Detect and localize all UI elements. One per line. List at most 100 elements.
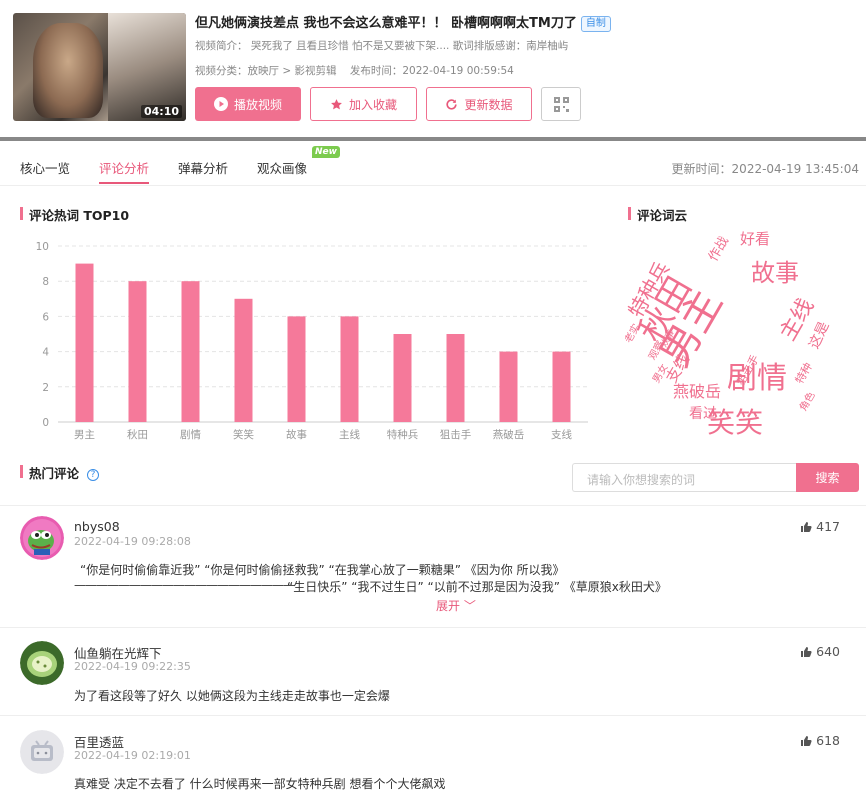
avatar[interactable] <box>20 641 64 685</box>
comment-time: 2022-04-19 02:19:01 <box>74 749 191 762</box>
comment-username[interactable]: nbys08 <box>74 519 120 534</box>
star-icon <box>331 98 342 109</box>
bar-狙击手[interactable] <box>446 334 465 422</box>
video-duration: 04:10 <box>140 105 182 118</box>
cloud-word[interactable]: 作战 <box>706 234 732 264</box>
y-tick-label: 8 <box>42 276 49 288</box>
bar-秋田[interactable] <box>128 281 147 422</box>
bar-特种兵[interactable] <box>393 334 412 422</box>
bar-燕破岳[interactable] <box>499 351 518 422</box>
comment-likes[interactable]: 640 <box>800 644 840 659</box>
thumbs-up-icon <box>801 521 812 532</box>
new-badge: New <box>312 146 340 158</box>
comment-item: 仙鱼躺在光辉下 2022-04-19 09:22:35 640 为了看这段等了好… <box>0 627 866 715</box>
cloud-word[interactable]: 燕破岳 <box>673 382 721 401</box>
cloud-word[interactable]: 故事 <box>751 259 799 287</box>
bar-故事[interactable] <box>287 316 306 422</box>
hotwords-title: 评论热词 TOP10 <box>20 205 129 224</box>
x-tick-label: 秋田 <box>127 428 148 441</box>
y-tick-label: 0 <box>42 417 49 429</box>
like-count: 417 <box>816 519 840 534</box>
play-icon <box>213 97 228 111</box>
bar-主线[interactable] <box>340 316 359 422</box>
comment-likes[interactable]: 618 <box>800 733 840 748</box>
like-count: 618 <box>816 733 840 748</box>
publish-time: 2022-04-19 00:59:54 <box>402 65 514 77</box>
video-category-row: 视频分类：放映厅 > 影视剪辑 发布时间：2022-04-19 00:59:54 <box>195 63 514 78</box>
y-tick-label: 10 <box>36 241 49 253</box>
x-tick-label: 男主 <box>74 429 95 441</box>
comment-text: 为了看这段等了好久 以她俩这段为主线走走故事也一定会爆 <box>74 689 390 703</box>
intro-label: 视频简介： <box>195 40 248 52</box>
y-tick-label: 2 <box>42 382 49 394</box>
video-info-panel: 04:10 但凡她俩演技差点 我也不会这么意难平！！ 卧槽啊啊啊太TM刀了 自制 … <box>0 0 866 137</box>
update-data-button[interactable]: 更新数据 <box>426 87 532 121</box>
frog-avatar-icon <box>20 516 64 560</box>
add-favorite-label: 加入收藏 <box>348 97 397 112</box>
cloud-word[interactable]: 好看 <box>740 230 770 248</box>
bar-笑笑[interactable] <box>234 298 253 422</box>
like-count: 640 <box>816 644 840 659</box>
food-avatar-icon <box>20 641 64 685</box>
play-video-button[interactable]: 播放视频 <box>195 87 301 121</box>
video-intro: 视频简介： 哭死我了 且看且珍惜 怕不是又要被下架.... 歌词排版感谢：南岸柚… <box>195 38 568 53</box>
category-label: 视频分类： <box>195 65 248 77</box>
word-cloud: 男主秋田剧情笑笑故事主线特种兵燕破岳支线好看看过狙击手这是角色作战男女观察老实炊… <box>625 230 833 439</box>
comment-item: 百里透蓝 2022-04-19 02:19:01 618 真难受 决定不去看了 … <box>0 715 866 794</box>
x-tick-label: 故事 <box>286 428 307 441</box>
x-tick-label: 燕破岳 <box>493 428 525 441</box>
cloud-word[interactable]: 特种 <box>792 360 815 386</box>
cloud-word[interactable]: 男女 <box>649 361 670 385</box>
hotwords-bar-chart: 0 2 4 6 8 10 男主 秋田 剧情 笑笑 故事 主线 特种兵 狙击手 燕破岳 支线 <box>36 241 588 441</box>
thumbs-up-icon <box>801 735 812 746</box>
x-tick-label: 支线 <box>551 428 572 441</box>
tab-audience-profile[interactable]: 观众画像 <box>257 158 307 177</box>
comment-text-rule: ———————————————————— <box>74 578 295 592</box>
qrcode-button[interactable] <box>541 87 581 121</box>
tab-comment-analysis[interactable]: 评论分析 <box>99 158 150 184</box>
video-title-text: 但凡她俩演技差点 我也不会这么意难平！！ 卧槽啊啊啊太TM刀了 <box>195 16 577 31</box>
avatar[interactable] <box>20 730 64 774</box>
x-tick-label: 主线 <box>339 428 360 441</box>
x-tick-label: 狙击手 <box>440 428 472 441</box>
bar-男主[interactable] <box>75 263 94 422</box>
comment-likes[interactable]: 417 <box>800 519 840 534</box>
help-icon[interactable]: ? <box>87 469 100 481</box>
video-thumbnail[interactable]: 04:10 <box>13 13 186 121</box>
update-data-label: 更新数据 <box>464 97 513 112</box>
x-tick-label: 特种兵 <box>387 428 419 441</box>
video-title[interactable]: 但凡她俩演技差点 我也不会这么意难平！！ 卧槽啊啊啊太TM刀了 自制 <box>195 12 611 32</box>
avatar[interactable] <box>20 516 64 560</box>
tab-core-overview[interactable]: 核心一览 <box>20 158 70 177</box>
expand-button[interactable]: 展开 ﹀ <box>436 597 476 614</box>
comment-search-input[interactable]: 请输入你想搜索的词 <box>572 463 797 492</box>
search-button[interactable]: 搜索 <box>796 463 859 492</box>
y-tick-label: 6 <box>42 311 49 323</box>
cloud-word[interactable]: 看过 <box>689 406 717 422</box>
add-favorite-button[interactable]: 加入收藏 <box>310 87 417 121</box>
tv-avatar-icon <box>20 730 64 774</box>
play-video-label: 播放视频 <box>233 97 282 112</box>
bar-剧情[interactable] <box>181 281 200 422</box>
bar-支线[interactable] <box>552 351 571 422</box>
update-time: 更新时间：2022-04-19 13:45:04 <box>671 162 859 176</box>
comment-text-line1: “你是何时偷偷靠近我” “你是何时偷偷拯救我” “在我掌心放了一颗糖果” 《因为… <box>80 563 565 577</box>
original-tag: 自制 <box>580 16 611 32</box>
x-tick-label: 剧情 <box>180 428 201 441</box>
category-value: 放映厅 > 影视剪辑 <box>247 65 337 77</box>
chevron-down-icon: ﹀ <box>463 599 476 613</box>
thumbs-up-icon <box>801 646 812 657</box>
intro-text: 哭死我了 且看且珍惜 怕不是又要被下架.... 歌词排版感谢：南岸柚屿 <box>250 40 569 52</box>
comment-text-line2: “生日快乐” “我不过生日” “以前不过那是因为没我” 《草原狼x秋田犬》 <box>287 580 667 594</box>
hot-comments-title: 热门评论? <box>20 463 100 482</box>
y-tick-label: 4 <box>42 347 49 359</box>
comment-text: 真难受 决定不去看了 什么时候再来一部女特种兵剧 想看个个大佬飙戏 <box>74 777 446 791</box>
comment-time: 2022-04-19 09:28:08 <box>74 535 191 548</box>
comment-time: 2022-04-19 09:22:35 <box>74 660 191 673</box>
comment-item: nbys08 2022-04-19 09:28:08 417 “你是何时偷偷靠近… <box>0 505 866 627</box>
expand-label: 展开 <box>436 599 461 613</box>
publish-label: 发布时间： <box>349 65 403 77</box>
cloud-word[interactable]: 角色 <box>796 389 817 413</box>
tab-danmaku-analysis[interactable]: 弹幕分析 <box>178 158 228 177</box>
x-tick-label: 笑笑 <box>233 428 254 441</box>
